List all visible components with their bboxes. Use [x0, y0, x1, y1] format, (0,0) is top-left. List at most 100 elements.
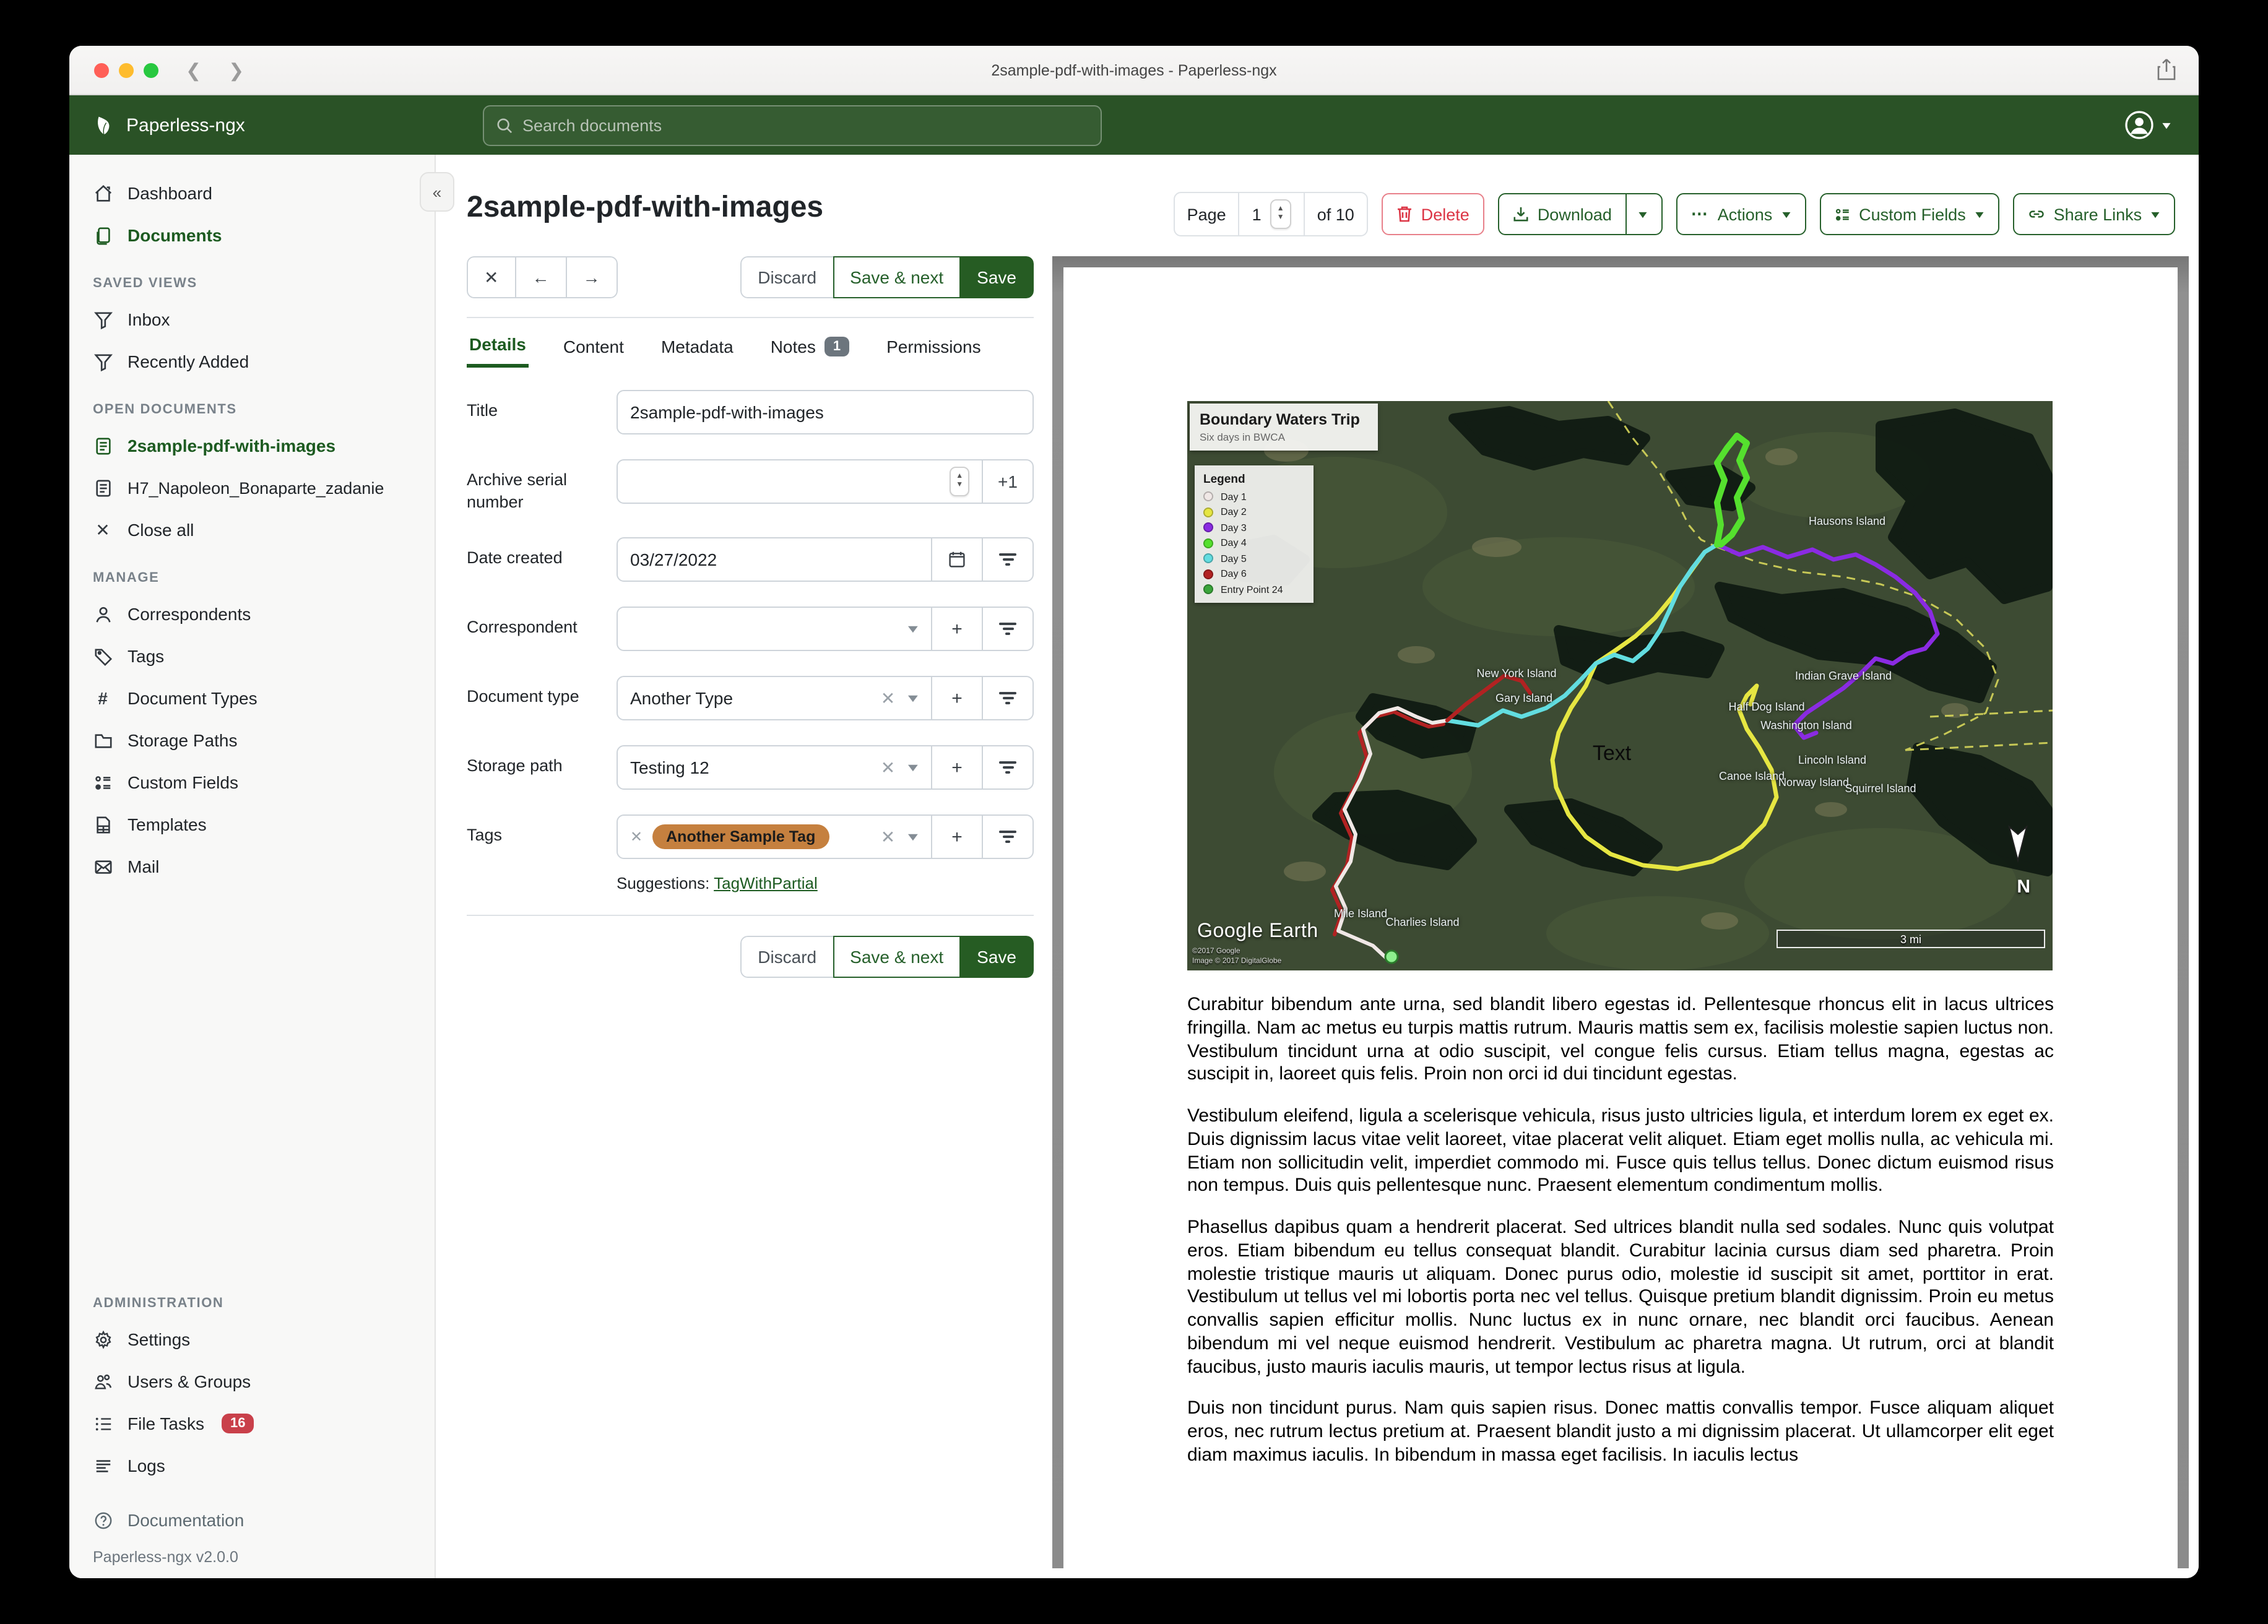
add-document-type-button[interactable]: + — [931, 677, 982, 720]
close-document-button[interactable]: ✕ — [467, 256, 516, 298]
document-toolbar: Page 1 ▲ ▼ of 10 Delete Download ▼ ⋯ Act… — [1173, 192, 2175, 236]
clear-icon[interactable]: ✕ — [881, 688, 895, 709]
tags-select[interactable]: ✕ Another Sample Tag ✕ ▼ — [618, 816, 931, 858]
sidebar-item-storage-paths[interactable]: Storage Paths — [69, 719, 435, 761]
document-type-select[interactable]: Another Type ✕ ▼ — [618, 677, 931, 719]
tab-notes[interactable]: Notes 1 — [768, 322, 852, 368]
add-tag-button[interactable]: + — [931, 816, 982, 858]
map-figure: Boundary Waters Trip Six days in BWCA Le… — [1187, 401, 2053, 970]
island-label: Charlies Island — [1385, 916, 1460, 928]
tag-suggestions: Suggestions: TagWithPartial — [617, 874, 818, 893]
correspondent-filter-button[interactable] — [982, 608, 1032, 650]
sidebar-section-saved-views: SAVED VIEWS — [93, 276, 197, 291]
asn-next-button[interactable]: +1 — [982, 460, 1032, 503]
legend-swatch-entry — [1203, 584, 1213, 594]
date-created-input[interactable] — [630, 550, 919, 570]
actions-button[interactable]: ⋯ Actions ▼ — [1676, 193, 1806, 235]
macos-titlebar: ❮ ❯ 2sample-pdf-with-images - Paperless-… — [69, 46, 2199, 95]
pdf-page: Boundary Waters Trip Six days in BWCA Le… — [1063, 267, 2178, 1568]
correspondent-select[interactable]: ▼ — [618, 608, 931, 650]
compass-north: N — [2017, 876, 2030, 897]
sidebar-item-templates[interactable]: Templates — [69, 803, 435, 845]
document-type-filter-button[interactable] — [982, 677, 1032, 720]
sidebar-item-open-doc-2[interactable]: H7_Napoleon_Bonaparte_zadanie — [69, 467, 435, 509]
custom-fields-button[interactable]: Custom Fields ▼ — [1819, 193, 1999, 235]
logs-icon — [93, 1456, 113, 1475]
sidebar-item-logs[interactable]: Logs — [69, 1445, 435, 1487]
storage-path-filter-button[interactable] — [982, 746, 1032, 789]
sidebar-item-documentation[interactable]: Documentation — [69, 1499, 435, 1541]
remove-tag-icon[interactable]: ✕ — [630, 828, 643, 845]
tags-filter-button[interactable] — [982, 816, 1032, 858]
sidebar-item-file-tasks[interactable]: File Tasks 16 — [69, 1402, 435, 1445]
main-content: « 2sample-pdf-with-images Page 1 ▲ ▼ of 1… — [420, 155, 2199, 1578]
collapse-sidebar-button[interactable]: « — [420, 172, 454, 212]
sidebar-item-dashboard[interactable]: Dashboard — [69, 172, 435, 214]
download-dropdown-toggle[interactable]: ▼ — [1625, 194, 1650, 234]
clear-icon[interactable]: ✕ — [881, 826, 895, 847]
paragraph: Curabitur bibendum ante urna, sed blandi… — [1187, 994, 2054, 1085]
search-placeholder: Search documents — [522, 116, 662, 134]
sidebar-item-tags[interactable]: Tags — [69, 635, 435, 677]
custom-fields-icon — [1835, 208, 1848, 220]
asn-input[interactable] — [630, 472, 943, 491]
window-title: 2sample-pdf-with-images - Paperless-ngx — [991, 61, 1277, 79]
sidebar-item-label: Settings — [128, 1329, 191, 1349]
sidebar-item-recently-added[interactable]: Recently Added — [69, 340, 435, 382]
add-correspondent-button[interactable]: + — [931, 608, 982, 650]
save-button-bottom[interactable]: Save — [959, 936, 1034, 978]
task-list-icon — [93, 1414, 113, 1433]
sidebar-item-label: 2sample-pdf-with-images — [128, 436, 336, 456]
map-legend: Legend Day 1 Day 2 Day 3 Day 4 Day 5 Day… — [1195, 465, 1314, 602]
add-storage-path-button[interactable]: + — [931, 746, 982, 789]
sidebar-item-open-doc-1[interactable]: 2sample-pdf-with-images — [69, 425, 435, 467]
sidebar-section-open-documents: OPEN DOCUMENTS — [93, 402, 237, 417]
page-number-input[interactable]: 1 ▲ ▼ — [1238, 193, 1304, 235]
sidebar-item-documents[interactable]: Documents — [69, 214, 435, 256]
document-text: Curabitur bibendum ante urna, sed blandi… — [1187, 994, 2054, 1467]
tab-details[interactable]: Details — [467, 322, 529, 368]
tab-content[interactable]: Content — [561, 322, 626, 368]
sidebar-item-users-groups[interactable]: Users & Groups — [69, 1360, 435, 1402]
sidebar-item-close-all[interactable]: ✕ Close all — [69, 509, 435, 551]
paragraph: Phasellus dapibus quam a hendrerit place… — [1187, 1217, 2054, 1377]
date-filter-button[interactable] — [982, 538, 1032, 581]
previous-document-button[interactable]: ← — [514, 256, 567, 298]
sidebar-item-document-types[interactable]: # Document Types — [69, 677, 435, 719]
storage-path-select[interactable]: Testing 12 ✕ ▼ — [618, 746, 931, 788]
paperless-leaf-icon — [97, 115, 110, 136]
share-links-button[interactable]: Share Links ▼ — [2012, 193, 2175, 235]
search-input[interactable]: Search documents — [483, 105, 1102, 145]
save-next-button-bottom[interactable]: Save & next — [833, 936, 961, 978]
home-icon — [93, 183, 113, 203]
share-icon[interactable] — [2157, 58, 2176, 80]
page-label: Page — [1187, 205, 1226, 223]
clear-icon[interactable]: ✕ — [881, 757, 895, 778]
calendar-button[interactable] — [931, 538, 982, 581]
delete-button[interactable]: Delete — [1381, 193, 1484, 235]
suggestion-link[interactable]: TagWithPartial — [714, 874, 818, 892]
hash-icon: # — [98, 688, 108, 708]
document-preview-pane[interactable]: Boundary Waters Trip Six days in BWCA Le… — [1052, 256, 2189, 1568]
save-next-button[interactable]: Save & next — [833, 256, 961, 298]
asn-stepper[interactable]: ▲ ▼ — [950, 467, 969, 496]
user-menu[interactable]: ▼ — [2124, 110, 2173, 140]
page-stepper[interactable]: ▲ ▼ — [1270, 199, 1291, 229]
sidebar-item-settings[interactable]: Settings — [69, 1318, 435, 1360]
download-button[interactable]: Download ▼ — [1497, 193, 1663, 235]
link-icon — [2028, 210, 2044, 218]
sidebar-item-mail[interactable]: Mail — [69, 845, 435, 888]
filter-lines-icon — [999, 830, 1016, 844]
next-document-button[interactable]: → — [565, 256, 618, 298]
title-input[interactable] — [630, 402, 1020, 422]
tag-pill[interactable]: Another Sample Tag — [652, 824, 829, 850]
discard-button-bottom[interactable]: Discard — [740, 936, 834, 978]
sidebar-item-correspondents[interactable]: Correspondents — [69, 593, 435, 635]
sidebar-item-inbox[interactable]: Inbox — [69, 298, 435, 340]
sidebar-item-custom-fields[interactable]: Custom Fields — [69, 761, 435, 803]
tab-metadata[interactable]: Metadata — [659, 322, 736, 368]
tab-permissions[interactable]: Permissions — [884, 322, 984, 368]
discard-button[interactable]: Discard — [740, 256, 834, 298]
save-button[interactable]: Save — [959, 256, 1034, 298]
brand[interactable]: Paperless-ngx — [93, 114, 245, 136]
